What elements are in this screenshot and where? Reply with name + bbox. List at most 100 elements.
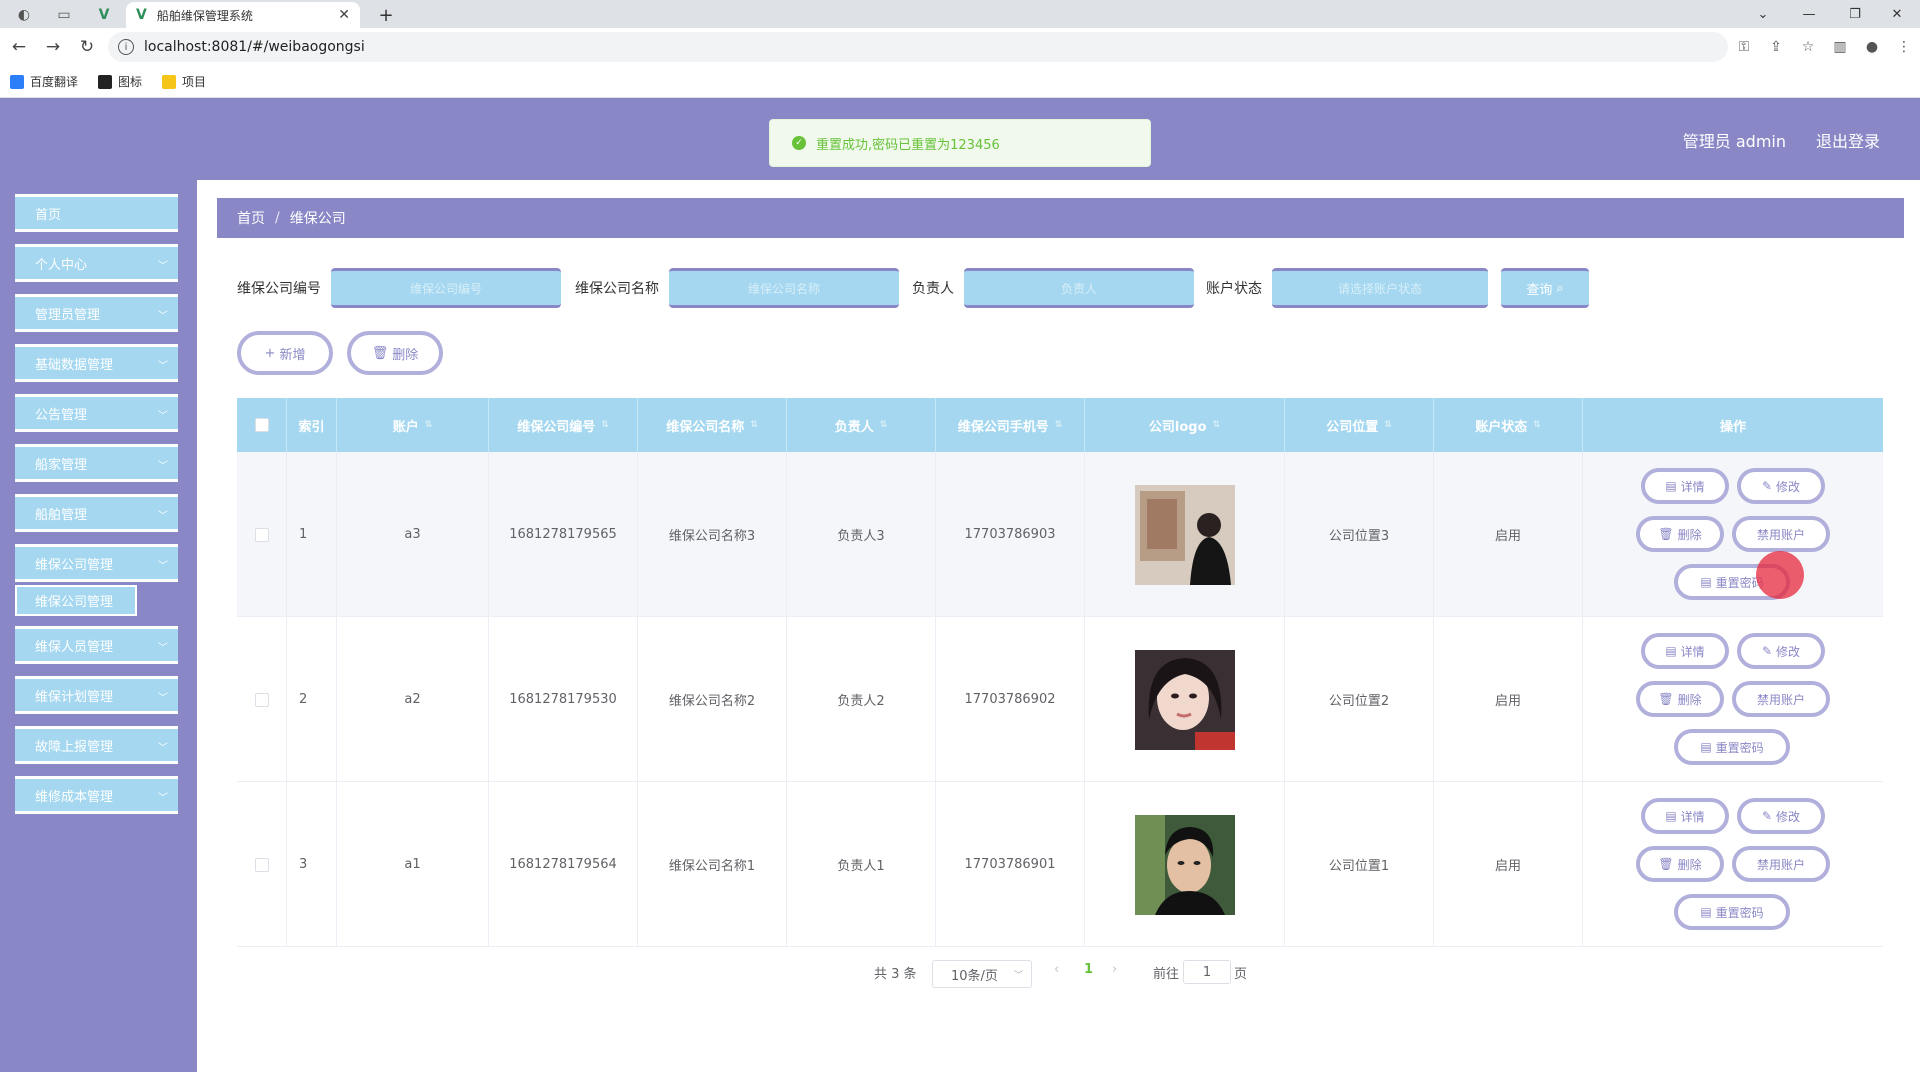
disable-account-button[interactable]: 禁用账户 [1732, 516, 1830, 552]
edit-button[interactable]: ✎ 修改 [1737, 468, 1825, 504]
page-number-current[interactable]: 1 [1084, 962, 1093, 977]
row-select-cell [237, 782, 287, 947]
edit-button[interactable]: ✎ 修改 [1737, 633, 1825, 669]
add-button[interactable]: + 新增 [237, 331, 333, 375]
sort-icon: ⇅ [1533, 420, 1541, 430]
row-checkbox[interactable] [254, 857, 269, 872]
col-manager[interactable]: 负责人 ⇅ [787, 398, 936, 452]
pinned-tab[interactable]: ▭ [44, 2, 84, 28]
forward-icon[interactable]: → [38, 32, 68, 62]
sidebar-item-repair-cost[interactable]: 维修成本管理 ﹀ [15, 776, 178, 814]
url-text: localhost:8081/#/weibaogongsi [144, 39, 365, 55]
pinned-vue-tab[interactable]: V [84, 2, 124, 28]
row-checkbox[interactable] [254, 527, 269, 542]
company-logo-image[interactable] [1134, 484, 1235, 585]
tab-search-icon[interactable]: ⌄ [1740, 0, 1786, 28]
detail-button[interactable]: ▤ 详情 [1641, 633, 1729, 669]
more-menu-icon[interactable]: ⋮ [1888, 39, 1920, 55]
col-phone[interactable]: 维保公司手机号 ⇅ [936, 398, 1085, 452]
disable-account-button[interactable]: 禁用账户 [1732, 846, 1830, 882]
share-icon[interactable]: ⇪ [1760, 39, 1792, 55]
company-name-input[interactable]: 维保公司名称 [669, 268, 899, 308]
breadcrumb-home[interactable]: 首页 [237, 208, 265, 228]
col-location[interactable]: 公司位置 ⇅ [1285, 398, 1434, 452]
table-header: 索引 账户 ⇅ 维保公司编号 ⇅ 维保公司名称 ⇅ 负责人 ⇅ 维保公司手机号 ⇅ 公司l… [237, 398, 1883, 452]
detail-button[interactable]: ▤ 详情 [1641, 468, 1729, 504]
click-indicator [1756, 551, 1804, 599]
chrome-menu-icon[interactable]: ◐ [4, 2, 44, 28]
url-field[interactable]: i localhost:8081/#/weibaogongsi [108, 32, 1728, 62]
account-status-select[interactable]: 请选择账户状态 [1272, 268, 1488, 308]
company-logo-image[interactable] [1134, 814, 1235, 915]
profile-icon[interactable]: ● [1856, 39, 1888, 55]
col-index: 索引 [287, 398, 337, 452]
manager-input[interactable]: 负责人 [964, 268, 1194, 308]
prev-page-icon[interactable]: ‹ [1054, 962, 1059, 977]
submenu-maint-company[interactable]: 维保公司管理 [15, 585, 137, 616]
filter-name: 维保公司名称 维保公司名称 [575, 268, 899, 308]
delete-button[interactable]: 🗑 删除 [1636, 681, 1724, 717]
col-logo[interactable]: 公司logo ⇅ [1085, 398, 1285, 452]
col-status[interactable]: 账户状态 ⇅ [1434, 398, 1583, 452]
query-button[interactable]: 查询 ⌕ [1501, 268, 1589, 308]
select-all-checkbox[interactable] [254, 418, 269, 432]
delete-button[interactable]: 🗑 删除 [1636, 516, 1724, 552]
cell-phone: 17703786901 [936, 782, 1085, 947]
close-tab-icon[interactable]: ✕ [338, 7, 350, 23]
active-tab[interactable]: V 船舶维保管理系统 ✕ [126, 2, 360, 28]
filter-name-label: 维保公司名称 [575, 281, 659, 297]
batch-delete-button[interactable]: 🗑 删除 [347, 331, 443, 375]
minimize-button[interactable]: — [1786, 0, 1832, 28]
cell-index: 2 [287, 617, 337, 782]
tab-title: 船舶维保管理系统 [156, 8, 253, 23]
sidebar-item-maint-company[interactable]: 维保公司管理 ﹀ [15, 544, 178, 582]
company-code-input[interactable]: 维保公司编号 [331, 268, 561, 308]
page-size-select[interactable]: 10条/页 ﹀ [932, 960, 1032, 988]
edit-button[interactable]: ✎ 修改 [1737, 798, 1825, 834]
col-name[interactable]: 维保公司名称 ⇅ [638, 398, 787, 452]
col-account[interactable]: 账户 ⇅ [337, 398, 489, 452]
logout-link[interactable]: 退出登录 [1816, 128, 1880, 152]
sidebar-item-personal-center[interactable]: 个人中心 ﹀ [15, 244, 178, 282]
chevron-down-icon: ﹀ [158, 411, 168, 422]
delete-button[interactable]: 🗑 删除 [1636, 846, 1724, 882]
sidebar-item-ship[interactable]: 船舶管理 ﹀ [15, 494, 178, 532]
sidebar-item-home[interactable]: 首页 [15, 194, 178, 232]
document-icon: ▤ [1700, 905, 1712, 919]
key-icon[interactable]: ⚿ [1728, 39, 1760, 55]
sort-icon: ⇅ [424, 420, 433, 430]
sidebar-item-shipowner[interactable]: 船家管理 ﹀ [15, 444, 178, 482]
restore-button[interactable]: ❐ [1832, 0, 1878, 28]
success-toast: ✓ 重置成功,密码已重置为123456 [769, 119, 1151, 167]
bookmark-icons[interactable]: 图标 [98, 73, 142, 90]
sidebar-item-maint-staff[interactable]: 维保人员管理 ﹀ [15, 626, 178, 664]
row-checkbox[interactable] [254, 692, 269, 707]
sidepanel-icon[interactable]: ▥ [1824, 39, 1856, 55]
reload-icon[interactable]: ↻ [72, 32, 102, 62]
site-info-icon[interactable]: i [118, 39, 134, 55]
cell-name: 维保公司名称3 [638, 452, 787, 617]
sidebar-item-fault-report[interactable]: 故障上报管理 ﹀ [15, 726, 178, 764]
close-window-button[interactable]: ✕ [1874, 0, 1920, 28]
new-tab-button[interactable]: + [372, 2, 400, 28]
reset-password-button[interactable]: ▤ 重置密码 [1674, 894, 1790, 930]
company-logo-image[interactable] [1134, 649, 1235, 750]
breadcrumb-separator: / [275, 210, 280, 226]
detail-button[interactable]: ▤ 详情 [1641, 798, 1729, 834]
sidebar-item-admin[interactable]: 管理员管理 ﹀ [15, 294, 178, 332]
disable-account-button[interactable]: 禁用账户 [1732, 681, 1830, 717]
goto-page-input[interactable]: 1 [1183, 960, 1231, 984]
sidebar-item-maint-plan[interactable]: 维保计划管理 ﹀ [15, 676, 178, 714]
bookmark-star-icon[interactable]: ☆ [1792, 39, 1824, 55]
chevron-down-icon: ﹀ [158, 461, 168, 472]
reset-password-button[interactable]: ▤ 重置密码 [1674, 729, 1790, 765]
next-page-icon[interactable]: › [1112, 962, 1117, 977]
toast-message: 重置成功,密码已重置为123456 [816, 137, 1000, 153]
bookmark-baidu-translate[interactable]: 百度翻译 [10, 73, 78, 90]
col-code[interactable]: 维保公司编号 ⇅ [489, 398, 638, 452]
bookmark-project[interactable]: 项目 [162, 73, 206, 90]
sidebar-item-basic-data[interactable]: 基础数据管理 ﹀ [15, 344, 178, 382]
translate-icon [10, 74, 24, 89]
sidebar-item-notice[interactable]: 公告管理 ﹀ [15, 394, 178, 432]
back-icon[interactable]: ← [4, 32, 34, 62]
